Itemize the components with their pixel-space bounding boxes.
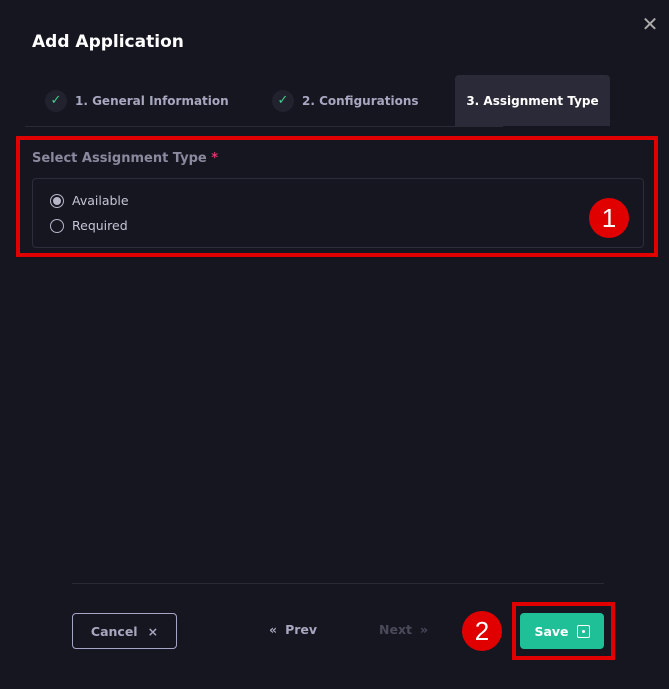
radio-checked-icon <box>50 193 64 208</box>
close-icon[interactable]: ✕ <box>640 14 660 34</box>
dialog-title: Add Application <box>32 32 184 52</box>
save-button[interactable]: Save <box>520 613 604 649</box>
double-chevron-left-icon: « <box>269 622 278 637</box>
footer-divider <box>72 583 604 584</box>
prev-label: Prev <box>285 622 318 637</box>
annotation-badge-2: 2 <box>462 611 502 651</box>
check-icon: ✓ <box>45 89 67 112</box>
cancel-button[interactable]: Cancel × <box>72 613 177 649</box>
tab-configurations[interactable]: ✓ 2. Configurations <box>272 75 419 126</box>
double-chevron-right-icon: » <box>419 622 429 637</box>
tab-divider <box>25 126 503 127</box>
assignment-type-label: Select Assignment Type * <box>32 151 218 166</box>
next-button[interactable]: Next » <box>379 622 428 637</box>
close-icon: × <box>147 623 159 639</box>
check-icon: ✓ <box>272 89 294 112</box>
label-text: Select Assignment Type <box>32 151 207 166</box>
assignment-type-group <box>32 178 644 248</box>
step-label: 1. General Information <box>75 93 229 108</box>
tab-assignment-type[interactable]: 3. Assignment Type <box>455 75 610 126</box>
save-label: Save <box>534 623 569 639</box>
annotation-badge-1: 1 <box>589 198 629 238</box>
radio-required[interactable]: Required <box>50 218 128 233</box>
radio-label: Required <box>72 218 128 233</box>
radio-label: Available <box>72 193 129 208</box>
step-label: 2. Configurations <box>302 93 419 108</box>
radio-unchecked-icon <box>50 218 64 233</box>
save-icon <box>576 624 590 638</box>
prev-button[interactable]: « Prev <box>269 622 317 637</box>
required-mark: * <box>211 151 219 166</box>
step-label: 3. Assignment Type <box>466 93 599 108</box>
tab-general-information[interactable]: ✓ 1. General Information <box>45 75 229 126</box>
next-label: Next <box>379 622 412 637</box>
radio-available[interactable]: Available <box>50 193 129 208</box>
cancel-label: Cancel <box>90 623 138 639</box>
